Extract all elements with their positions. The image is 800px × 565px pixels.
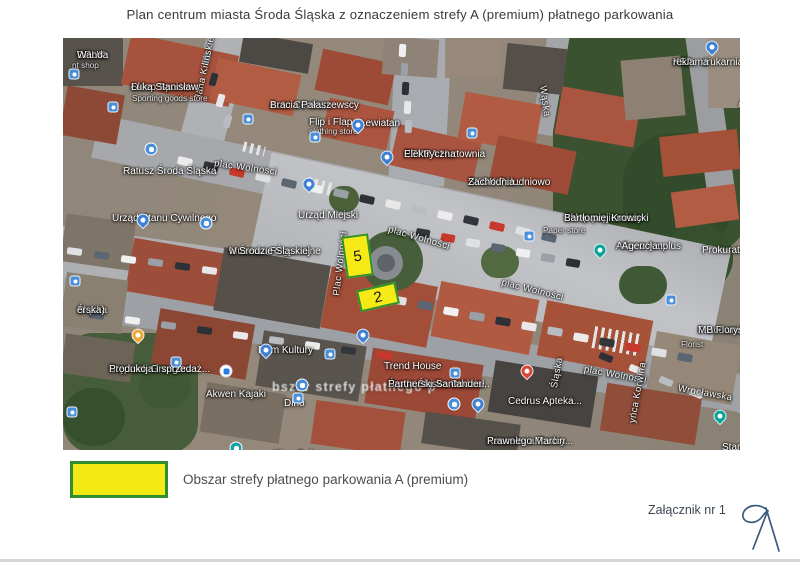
parked-car	[405, 120, 413, 133]
florist-shop-icon	[666, 295, 677, 306]
sport-shop-icon	[108, 102, 119, 113]
signature-mark	[730, 498, 792, 556]
civil-office-pin-icon	[136, 214, 151, 232]
shop-icon-2	[448, 398, 461, 411]
pharmacy-pin-icon	[520, 365, 535, 383]
shop-icon-1	[450, 368, 461, 379]
satellite-map: 52DRUKWandant shopSklep SportowyŁuka Sta…	[63, 38, 740, 450]
shop-icon-4	[67, 407, 78, 418]
map-terrain-block	[659, 129, 740, 177]
clothing-shop-icon	[310, 132, 321, 143]
printing-pin-icon	[705, 41, 720, 59]
bank-skok-icon	[467, 128, 478, 139]
starostwo-pin-icon	[713, 410, 728, 428]
page-title: Plan centrum miasta Środa Śląska z oznac…	[0, 7, 800, 22]
zone-number: 2	[372, 288, 384, 306]
parked-car	[403, 101, 411, 114]
map-terrain-block	[377, 254, 395, 272]
scan-edge	[0, 559, 800, 562]
insurance-pin-icon	[593, 244, 608, 262]
parked-car	[399, 44, 407, 57]
law-office-pin-icon	[471, 398, 486, 416]
culture-house-pin-icon	[259, 344, 274, 362]
town-hall-icon	[145, 143, 158, 156]
parked-car	[402, 82, 410, 95]
trend-house-pin-icon	[356, 329, 371, 347]
museum-icon	[200, 217, 213, 230]
map-terrain-block	[445, 38, 500, 78]
print-shop-icon	[69, 69, 80, 80]
city-office-pin-icon	[302, 178, 317, 196]
kayak-icon	[220, 365, 233, 378]
map-terrain-block	[503, 43, 567, 95]
workshop-icon	[171, 357, 182, 368]
dino-shop-icon	[293, 393, 304, 404]
bank-santander-icon	[325, 349, 336, 360]
pub-icon	[70, 276, 81, 287]
attachment-label: Załącznik nr 1	[648, 503, 726, 517]
legend-swatch	[70, 461, 168, 498]
map-terrain-block	[63, 85, 125, 144]
map-terrain-block	[619, 266, 667, 304]
legend-label: Obszar strefy płatnego parkowania A (pre…	[183, 472, 468, 487]
map-terrain-block	[310, 400, 405, 450]
supermarket-pin-icon	[351, 119, 366, 137]
zone-5: 5	[341, 233, 374, 278]
cinema-icon	[230, 442, 243, 451]
electrical-pin-icon	[380, 151, 395, 169]
zone-number: 5	[352, 247, 363, 265]
parked-car	[121, 255, 137, 264]
food-pin-icon	[131, 329, 146, 347]
paper-shop-icon	[524, 231, 535, 242]
parked-car	[400, 63, 408, 76]
car-dealer-icon	[243, 114, 254, 125]
shop-icon-3	[296, 379, 309, 392]
map-terrain-block	[382, 38, 440, 78]
